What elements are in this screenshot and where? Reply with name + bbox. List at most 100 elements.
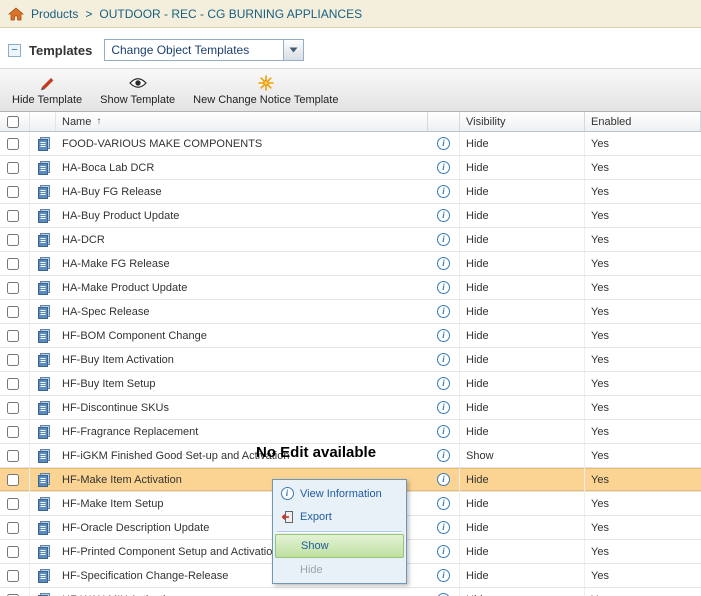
- new-change-notice-template-button[interactable]: New Change Notice Template: [184, 72, 347, 109]
- table-row[interactable]: HA-Make Product Update i Hide Yes: [0, 276, 701, 300]
- template-type-dropdown[interactable]: Change Object Templates: [104, 39, 305, 61]
- table-row[interactable]: HA-Make FG Release i Hide Yes: [0, 252, 701, 276]
- row-checkbox[interactable]: [7, 137, 19, 150]
- template-name[interactable]: HF-Fragrance Replacement: [56, 420, 428, 443]
- table-row[interactable]: HF-WAX MIX Activation i Hide Yes: [0, 588, 701, 596]
- table-row[interactable]: HF-BOM Component Change i Hide Yes: [0, 324, 701, 348]
- row-checkbox[interactable]: [7, 449, 19, 462]
- row-checkbox[interactable]: [7, 521, 19, 534]
- row-checkbox[interactable]: [7, 497, 19, 510]
- template-name[interactable]: HA-Boca Lab DCR: [56, 156, 428, 179]
- row-checkbox[interactable]: [7, 161, 19, 174]
- row-checkbox[interactable]: [7, 233, 19, 246]
- row-checkbox[interactable]: [7, 401, 19, 414]
- template-name[interactable]: HF-Buy Item Activation: [56, 348, 428, 371]
- menu-item-hide[interactable]: Hide: [275, 558, 404, 581]
- enabled-value: Yes: [591, 281, 609, 294]
- info-icon[interactable]: i: [437, 569, 450, 582]
- info-icon[interactable]: i: [437, 257, 450, 270]
- template-name[interactable]: HA-Buy Product Update: [56, 204, 428, 227]
- home-icon[interactable]: [8, 6, 24, 21]
- change-template-icon: [36, 160, 52, 176]
- template-name[interactable]: HA-Buy FG Release: [56, 180, 428, 203]
- dropdown-arrow-icon[interactable]: [284, 39, 305, 61]
- breadcrumb-link-products[interactable]: Products: [31, 7, 78, 21]
- table-row[interactable]: HA-Boca Lab DCR i Hide Yes: [0, 156, 701, 180]
- row-icon-cell: [30, 420, 56, 443]
- row-checkbox[interactable]: [7, 473, 19, 486]
- info-icon[interactable]: i: [437, 305, 450, 318]
- row-checkbox[interactable]: [7, 545, 19, 558]
- visibility-value: Hide: [460, 276, 585, 299]
- info-icon[interactable]: i: [437, 545, 450, 558]
- row-checkbox[interactable]: [7, 209, 19, 222]
- info-icon[interactable]: i: [437, 377, 450, 390]
- row-checkbox[interactable]: [7, 257, 19, 270]
- row-icon-cell: [30, 300, 56, 323]
- template-name[interactable]: HA-Make Product Update: [56, 276, 428, 299]
- select-all-checkbox[interactable]: [7, 115, 19, 128]
- column-header-visibility[interactable]: Visibility: [460, 112, 585, 131]
- enabled-value: Yes: [591, 233, 609, 246]
- info-icon[interactable]: i: [437, 449, 450, 462]
- template-name[interactable]: HA-DCR: [56, 228, 428, 251]
- table-row[interactable]: HA-Buy FG Release i Hide Yes: [0, 180, 701, 204]
- info-icon[interactable]: i: [437, 185, 450, 198]
- row-checkbox[interactable]: [7, 569, 19, 582]
- visibility-value: Hide: [460, 420, 585, 443]
- menu-item-view-information[interactable]: i View Information: [275, 482, 404, 505]
- hide-template-button[interactable]: Hide Template: [3, 72, 91, 109]
- info-icon[interactable]: i: [437, 137, 450, 150]
- menu-item-label: Export: [300, 510, 332, 523]
- row-checkbox[interactable]: [7, 281, 19, 294]
- template-name[interactable]: HA-Make FG Release: [56, 252, 428, 275]
- info-icon[interactable]: i: [437, 353, 450, 366]
- info-icon[interactable]: i: [437, 497, 450, 510]
- table-row[interactable]: HA-Buy Product Update i Hide Yes: [0, 204, 701, 228]
- table-row[interactable]: HA-DCR i Hide Yes: [0, 228, 701, 252]
- templates-section-header: − Templates Change Object Templates: [0, 28, 701, 68]
- row-checkbox[interactable]: [7, 425, 19, 438]
- info-icon[interactable]: i: [437, 473, 450, 486]
- table-row[interactable]: HF-Fragrance Replacement i Hide Yes: [0, 420, 701, 444]
- template-name[interactable]: HF-WAX MIX Activation: [56, 588, 428, 596]
- table-row[interactable]: HF-Buy Item Setup i Hide Yes: [0, 372, 701, 396]
- new-change-notice-template-icon: [257, 74, 274, 91]
- info-icon[interactable]: i: [437, 425, 450, 438]
- row-checkbox[interactable]: [7, 329, 19, 342]
- template-name[interactable]: HA-Spec Release: [56, 300, 428, 323]
- show-template-button[interactable]: Show Template: [91, 72, 184, 109]
- column-header-name-label: Name: [62, 115, 92, 128]
- annotation-text: No Edit available: [256, 444, 377, 461]
- template-name[interactable]: HF-Discontinue SKUs: [56, 396, 428, 419]
- visibility-value: Hide: [460, 564, 585, 587]
- info-icon[interactable]: i: [437, 209, 450, 222]
- column-header-name[interactable]: Name ↑: [56, 112, 428, 131]
- info-icon[interactable]: i: [437, 281, 450, 294]
- row-checkbox[interactable]: [7, 305, 19, 318]
- template-name-label: HF-Make Item Setup: [62, 497, 164, 510]
- info-icon[interactable]: i: [437, 521, 450, 534]
- info-icon[interactable]: i: [437, 161, 450, 174]
- collapse-icon[interactable]: −: [8, 43, 21, 57]
- row-icon-cell: [30, 516, 56, 539]
- info-icon[interactable]: i: [437, 401, 450, 414]
- info-icon[interactable]: i: [437, 329, 450, 342]
- row-checkbox[interactable]: [7, 185, 19, 198]
- menu-item-show[interactable]: Show: [275, 534, 404, 558]
- row-checkbox[interactable]: [7, 353, 19, 366]
- table-row[interactable]: HF-Discontinue SKUs i Hide Yes: [0, 396, 701, 420]
- template-name-label: HA-Boca Lab DCR: [62, 161, 155, 174]
- template-name[interactable]: FOOD-VARIOUS MAKE COMPONENTS: [56, 132, 428, 155]
- row-info-cell: i: [428, 156, 460, 179]
- column-header-enabled[interactable]: Enabled: [585, 112, 701, 131]
- template-name[interactable]: HF-BOM Component Change: [56, 324, 428, 347]
- table-row[interactable]: HA-Spec Release i Hide Yes: [0, 300, 701, 324]
- info-icon[interactable]: i: [437, 233, 450, 246]
- template-name[interactable]: HF-Buy Item Setup: [56, 372, 428, 395]
- menu-item-export[interactable]: Export: [275, 505, 404, 528]
- section-title: Templates: [29, 42, 93, 58]
- table-row[interactable]: HF-Buy Item Activation i Hide Yes: [0, 348, 701, 372]
- row-checkbox[interactable]: [7, 377, 19, 390]
- table-row[interactable]: FOOD-VARIOUS MAKE COMPONENTS i Hide Yes: [0, 132, 701, 156]
